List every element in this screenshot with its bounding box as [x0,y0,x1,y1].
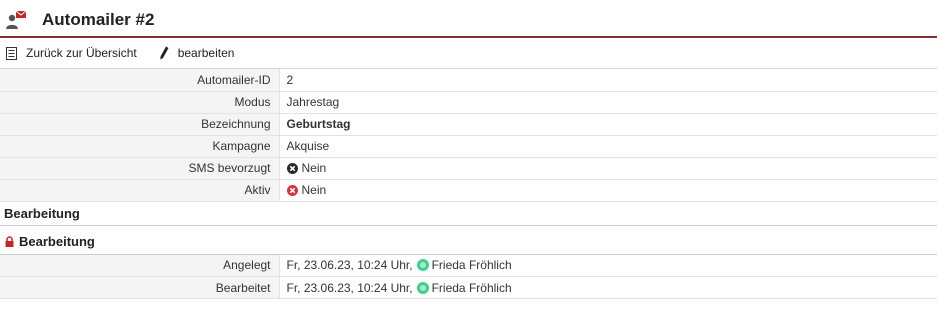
table-row: Bearbeitet Fr, 23.06.23, 10:24 Uhr, Fried… [0,276,937,299]
modified-user-link[interactable]: Frieda Fröhlich [432,281,512,295]
active-value: Nein [301,183,327,197]
editing-table: Angelegt Fr, 23.06.23, 10:24 Uhr, Frieda … [0,254,937,299]
table-row: Kampagne Akquise [0,135,937,158]
automailer-id-value: 2 [279,69,937,92]
list-icon [6,46,17,60]
table-row: Modus Jahrestag [0,91,937,114]
active-label: Aktiv [0,179,280,202]
created-label: Angelegt [0,254,280,277]
table-row: Bezeichnung Geburtstag [0,113,937,136]
page-title: Automailer #2 [42,10,155,29]
table-row: Angelegt Fr, 23.06.23, 10:24 Uhr, Frieda … [0,254,937,277]
editing-section-header: Bearbeitung [0,202,937,226]
modified-value: Fr, 23.06.23, 10:24 Uhr, [286,280,413,295]
modified-label: Bearbeitet [0,276,280,299]
edit-label: bearbeiten [177,46,235,60]
pencil-icon [160,46,169,60]
editing-subsection-title: Bearbeitung [19,233,95,249]
inactive-icon [286,185,298,196]
back-to-overview-label: Zurück zur Übersicht [26,46,137,60]
campaign-label: Kampagne [0,135,280,158]
sms-preferred-value: Nein [301,161,327,175]
automailer-id-label: Automailer-ID [0,69,280,92]
campaign-value: Akquise [279,135,937,158]
editing-subsection-header: Bearbeitung [0,229,937,255]
created-value: Fr, 23.06.23, 10:24 Uhr, [286,258,413,273]
user-avatar-icon [416,259,429,272]
table-row: Aktiv Nein [0,179,937,202]
no-icon [286,163,298,174]
back-to-overview-button[interactable]: Zurück zur Übersicht [6,46,137,60]
lock-icon [5,235,14,247]
mode-value: Jahrestag [279,91,937,114]
name-value: Geburtstag [286,117,351,131]
user-avatar-icon [416,281,429,294]
details-table: Automailer-ID 2 Modus Jahrestag Bezeichn… [0,69,937,202]
table-row: Automailer-ID 2 [0,69,937,92]
title-bar: Automailer #2 [0,0,937,38]
table-row: SMS bevorzugt Nein [0,157,937,180]
name-label: Bezeichnung [0,113,280,136]
created-user-link[interactable]: Frieda Fröhlich [432,258,512,272]
edit-button[interactable]: bearbeiten [159,46,235,60]
toolbar: Zurück zur Übersicht bearbeiten [0,38,937,69]
mode-label: Modus [0,91,280,114]
automailer-icon [6,10,27,29]
sms-preferred-label: SMS bevorzugt [0,157,280,180]
